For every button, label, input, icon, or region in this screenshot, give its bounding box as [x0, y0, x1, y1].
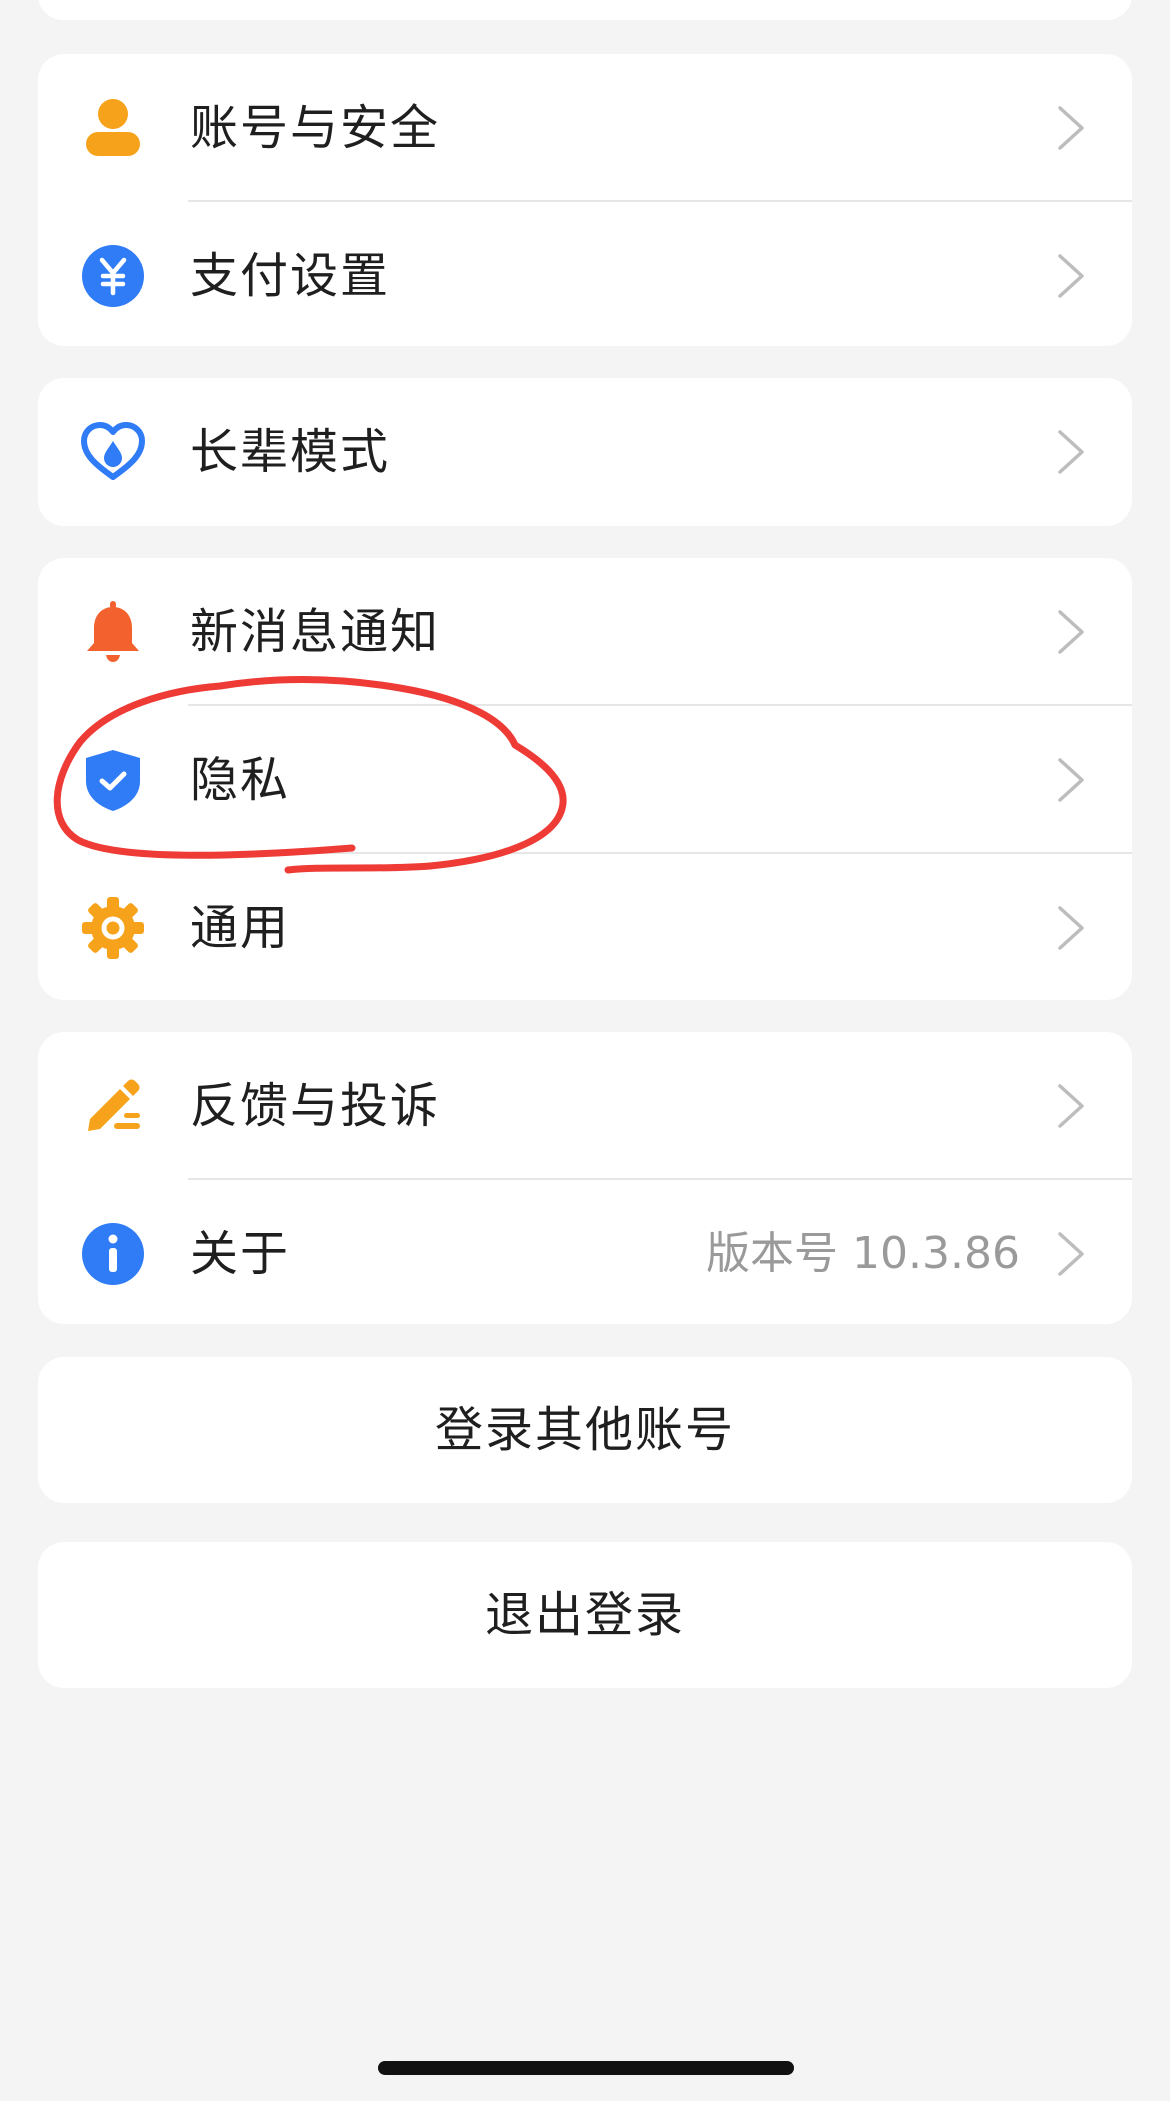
yuan-icon [80, 243, 146, 309]
info-icon [80, 1221, 146, 1287]
elder-mode-label: 长辈模式 [190, 424, 391, 480]
logout-button[interactable]: 退出登录 [38, 1542, 1132, 1688]
support-group: 反馈与投诉 关于 版本号 10.3.86 [38, 1032, 1132, 1324]
privacy-row[interactable]: 隐私 [38, 706, 1132, 854]
general-label: 通用 [190, 900, 291, 956]
gear-icon [80, 895, 146, 961]
payment-settings-label: 支付设置 [190, 248, 391, 304]
login-other-account-button[interactable]: 登录其他账号 [38, 1357, 1132, 1503]
user-icon [80, 95, 146, 161]
feedback-label: 反馈与投诉 [190, 1078, 441, 1134]
chevron-right-icon [1056, 1082, 1086, 1130]
general-row[interactable]: 通用 [38, 854, 1132, 1000]
notifications-row[interactable]: 新消息通知 [38, 558, 1132, 706]
chevron-right-icon [1056, 104, 1086, 152]
chevron-right-icon [1056, 428, 1086, 476]
about-row[interactable]: 关于 版本号 10.3.86 [38, 1180, 1132, 1324]
settings-group: 新消息通知 隐私 通用 [38, 558, 1132, 1000]
feedback-row[interactable]: 反馈与投诉 [38, 1032, 1132, 1180]
account-group: 账号与安全 支付设置 [38, 54, 1132, 346]
heart-hands-icon [80, 419, 146, 485]
elder-mode-group: 长辈模式 [38, 378, 1132, 526]
privacy-label: 隐私 [190, 752, 291, 808]
account-security-label: 账号与安全 [190, 100, 441, 156]
top-card-remnant [38, 0, 1132, 20]
pencil-icon [80, 1073, 146, 1139]
chevron-right-icon [1056, 904, 1086, 952]
home-indicator[interactable] [378, 2061, 794, 2075]
payment-settings-row[interactable]: 支付设置 [38, 202, 1132, 346]
account-security-row[interactable]: 账号与安全 [38, 54, 1132, 202]
notifications-label: 新消息通知 [190, 604, 441, 660]
about-label: 关于 [190, 1226, 291, 1282]
chevron-right-icon [1056, 608, 1086, 656]
chevron-right-icon [1056, 1230, 1086, 1278]
version-number: 版本号 10.3.86 [706, 1228, 1020, 1279]
shield-check-icon [80, 747, 146, 813]
chevron-right-icon [1056, 756, 1086, 804]
chevron-right-icon [1056, 252, 1086, 300]
elder-mode-row[interactable]: 长辈模式 [38, 378, 1132, 526]
bell-icon [80, 599, 146, 665]
